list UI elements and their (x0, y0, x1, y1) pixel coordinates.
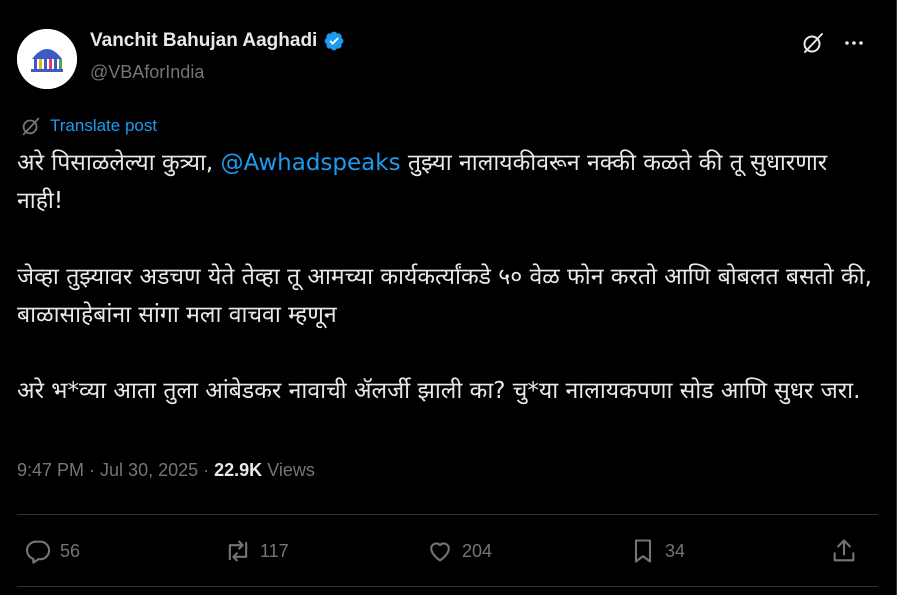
like-button[interactable]: 204 (426, 534, 492, 568)
vba-logo-icon (17, 29, 77, 89)
repost-icon (228, 540, 248, 562)
post-paragraph-1: अरे पिसाळलेल्या कुत्र्या, @Awhadspeaks त… (17, 144, 877, 220)
author-handle[interactable]: @VBAforIndia (90, 62, 204, 83)
post-time[interactable]: 9:47 PM (17, 460, 84, 480)
translate-post-label: Translate post (50, 116, 158, 135)
post-meta: 9:47 PM · Jul 30, 2025 · 22.9K Views (17, 460, 315, 481)
post-paragraph-2: जेव्हा तुझ्यावर अडचण येते तेव्हा तू आमच्… (17, 264, 872, 328)
verified-badge-icon (324, 31, 344, 51)
reply-count: 56 (60, 540, 81, 561)
grok-icon[interactable] (801, 31, 825, 55)
divider (17, 586, 878, 587)
translate-post-link[interactable]: Translate post (20, 115, 157, 137)
bookmark-icon (634, 539, 652, 563)
post-text: अरे पिसाळलेल्या कुत्र्या, @Awhadspeaks त… (17, 144, 877, 410)
author-name-text: Vanchit Bahujan Aaghadi (90, 30, 318, 51)
share-button[interactable] (830, 534, 858, 568)
divider (17, 514, 878, 515)
mention-link[interactable]: @Awhadspeaks (221, 150, 401, 176)
bookmark-button[interactable]: 34 (629, 534, 685, 568)
avatar[interactable] (17, 29, 77, 89)
share-icon (833, 539, 855, 562)
views-count: 22.9K (214, 460, 263, 480)
like-count: 204 (462, 540, 493, 561)
author-display-name[interactable]: Vanchit Bahujan Aaghadi (90, 30, 345, 52)
action-bar: 56 117 204 34 (0, 534, 897, 568)
meta-separator: · (198, 460, 215, 480)
repost-count: 117 (260, 540, 289, 561)
views-label: Views (267, 460, 315, 480)
more-icon[interactable] (842, 31, 866, 55)
heart-icon (430, 542, 450, 562)
grok-translate-icon (22, 117, 40, 136)
post-paragraph-3: अरे भ*व्या आता तुला आंबेडकर नावाची ॲलर्ज… (17, 378, 861, 404)
reply-button[interactable]: 56 (24, 534, 80, 568)
tweet-card: Vanchit Bahujan Aaghadi @VBAforIndia Tra… (0, 0, 897, 595)
post-date[interactable]: Jul 30, 2025 (100, 460, 198, 480)
bookmark-count: 34 (665, 540, 686, 561)
meta-separator: · (84, 460, 101, 480)
post-line1-before: अरे पिसाळलेल्या कुत्र्या, (17, 150, 221, 176)
repost-button[interactable]: 117 (224, 534, 289, 568)
reply-icon (25, 540, 51, 564)
